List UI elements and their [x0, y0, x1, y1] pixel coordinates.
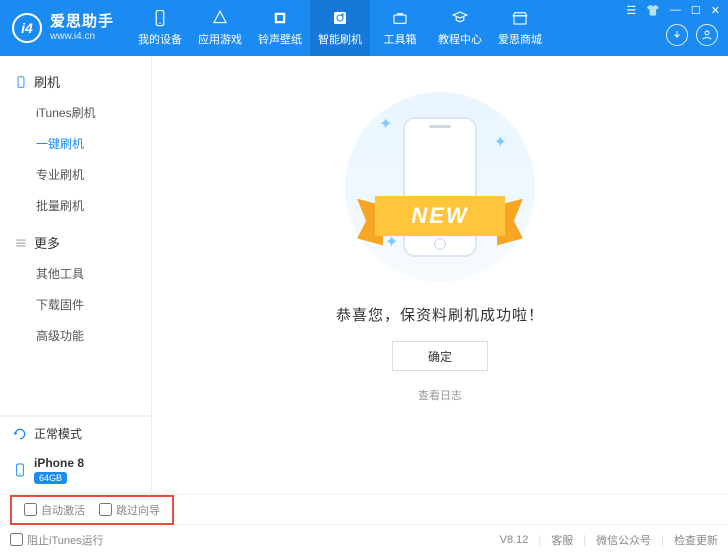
nav-tools[interactable]: 工具箱: [370, 0, 430, 56]
nav-apps[interactable]: 应用游戏: [190, 0, 250, 56]
sidebar-item-advanced[interactable]: 高级功能: [0, 320, 151, 351]
device-name: iPhone 8: [34, 456, 84, 470]
flash-icon: [331, 9, 349, 27]
success-illustration: ✦ ✦ ✦ ✦ NEW: [345, 92, 535, 282]
sparkle-icon: ✦: [379, 114, 392, 134]
nav-my-device[interactable]: 我的设备: [130, 0, 190, 56]
brand: i4 爱思助手 www.i4.cn: [12, 13, 114, 43]
minimize-icon[interactable]: —: [670, 4, 681, 17]
user-button[interactable]: [696, 24, 718, 46]
maximize-icon[interactable]: ☐: [691, 4, 701, 17]
apps-icon: [211, 9, 229, 27]
options-bar: 自动激活 跳过向导: [0, 494, 728, 524]
success-message: 恭喜您，保资料刷机成功啦！: [336, 304, 544, 325]
sidebar-item-batch-flash[interactable]: 批量刷机: [0, 190, 151, 221]
sidebar-item-itunes-flash[interactable]: iTunes刷机: [0, 97, 151, 128]
menu-icon[interactable]: ☰: [626, 4, 636, 17]
close-icon[interactable]: ✕: [711, 4, 720, 17]
ringtone-icon: [271, 9, 289, 27]
brand-url: www.i4.cn: [50, 31, 114, 43]
sidebar-group-more[interactable]: 更多: [0, 227, 151, 258]
skip-guide-checkbox[interactable]: 跳过向导: [99, 502, 160, 518]
nav-flash[interactable]: 智能刷机: [310, 0, 370, 56]
tutorial-icon: [451, 9, 469, 27]
skin-icon[interactable]: 👕: [646, 4, 660, 17]
content-area: ✦ ✦ ✦ ✦ NEW 恭喜您，保资料刷机成功啦！ 确定 查看日志: [152, 56, 728, 494]
options-highlight: 自动激活 跳过向导: [10, 495, 174, 525]
sidebar-item-download-firmware[interactable]: 下载固件: [0, 289, 151, 320]
sidebar: 刷机 iTunes刷机 一键刷机 专业刷机 批量刷机 更多 其他工具 下载固件 …: [0, 56, 152, 494]
check-update-link[interactable]: 检查更新: [674, 532, 718, 548]
device-indicator[interactable]: iPhone 8 64GB: [0, 450, 151, 494]
auto-activate-checkbox[interactable]: 自动激活: [24, 502, 85, 518]
phone-icon: [14, 75, 28, 89]
device-small-icon: [12, 462, 28, 478]
tools-icon: [391, 9, 409, 27]
device-icon: [151, 9, 169, 27]
menu-lines-icon: [14, 236, 28, 250]
sidebar-group-flash[interactable]: 刷机: [0, 66, 151, 97]
wechat-link[interactable]: 微信公众号: [596, 532, 651, 548]
status-bar: 阻止iTunes运行 V8.12| 客服| 微信公众号| 检查更新: [0, 524, 728, 554]
brand-logo-icon: i4: [12, 13, 42, 43]
store-icon: [511, 9, 529, 27]
view-log-link[interactable]: 查看日志: [418, 387, 462, 403]
block-itunes-checkbox[interactable]: 阻止iTunes运行: [10, 532, 104, 548]
download-button[interactable]: [666, 24, 688, 46]
refresh-icon: [12, 426, 28, 442]
ok-button[interactable]: 确定: [392, 341, 488, 371]
brand-title: 爱思助手: [50, 13, 114, 31]
version-label: V8.12: [500, 534, 529, 546]
customer-service-link[interactable]: 客服: [551, 532, 573, 548]
top-nav: 我的设备 应用游戏 铃声壁纸 智能刷机 工具箱 教程中心 爱思商城: [130, 0, 550, 56]
sparkle-icon: ✦: [494, 132, 507, 152]
sidebar-item-other-tools[interactable]: 其他工具: [0, 258, 151, 289]
nav-ringtone[interactable]: 铃声壁纸: [250, 0, 310, 56]
mode-indicator[interactable]: 正常模式: [0, 416, 151, 450]
sidebar-item-oneclick-flash[interactable]: 一键刷机: [0, 128, 151, 159]
nav-tutorial[interactable]: 教程中心: [430, 0, 490, 56]
new-ribbon: NEW: [335, 190, 545, 242]
nav-store[interactable]: 爱思商城: [490, 0, 550, 56]
window-controls: ☰ 👕 — ☐ ✕: [626, 4, 720, 17]
sidebar-item-pro-flash[interactable]: 专业刷机: [0, 159, 151, 190]
device-capacity-badge: 64GB: [34, 472, 67, 484]
